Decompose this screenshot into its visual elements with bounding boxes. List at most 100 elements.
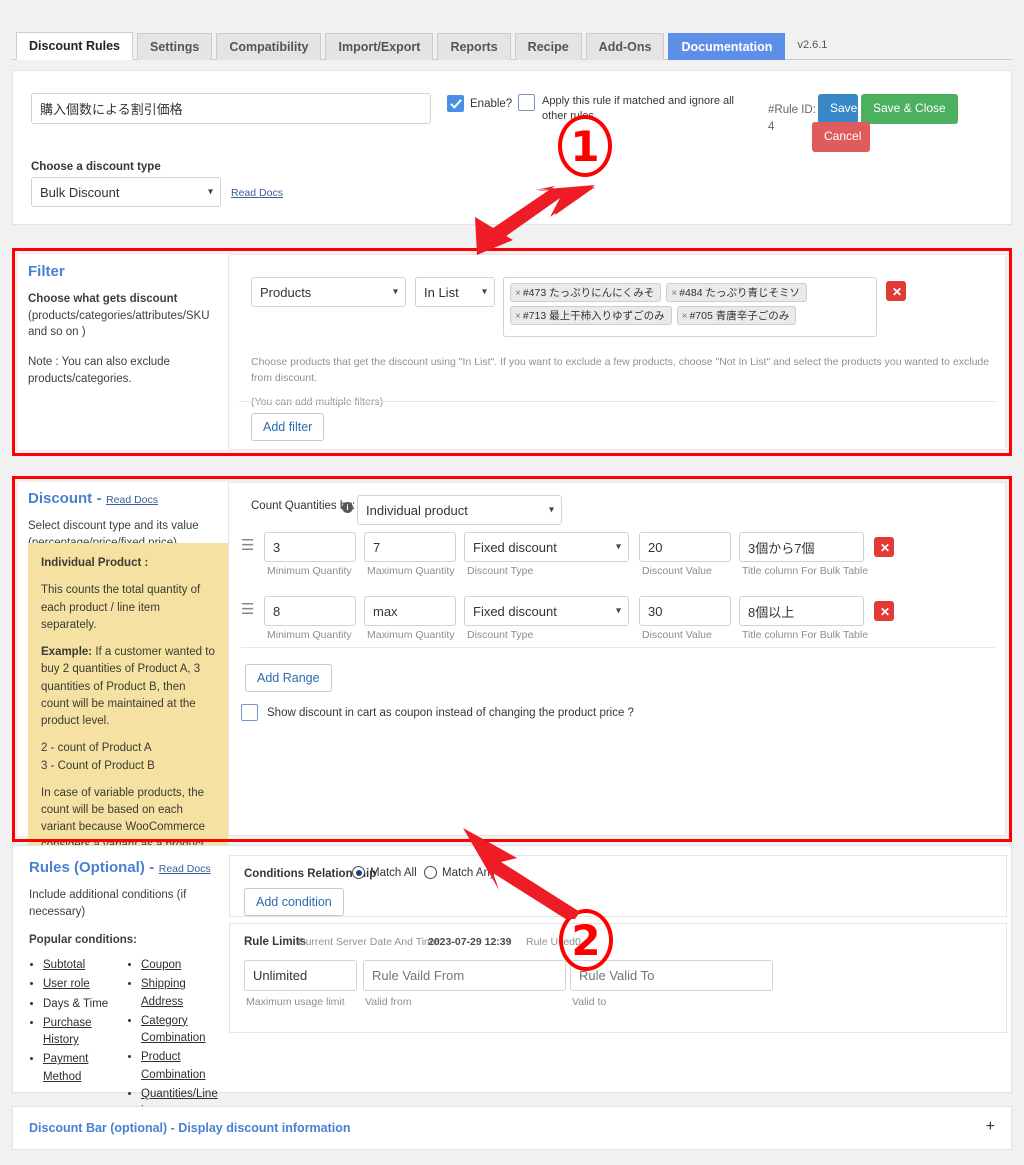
condition-link-coupon[interactable]: Coupon (141, 959, 181, 971)
discount-value-input[interactable] (639, 532, 731, 562)
rules-read-docs-link[interactable]: Read Docs (159, 863, 211, 875)
condition-item[interactable]: Product Combination (141, 1049, 222, 1084)
expand-plus-icon[interactable]: + (986, 1118, 995, 1136)
condition-item[interactable]: Category Combination (141, 1013, 222, 1048)
discount-title-dash: - (96, 490, 102, 507)
filter-title: Filter (28, 263, 65, 280)
filter-operator-select-wrap[interactable]: In List ▾ (415, 277, 495, 307)
cancel-button[interactable]: Cancel (812, 122, 870, 152)
minimum-quantity-input[interactable] (264, 596, 356, 626)
tab-compatibility[interactable]: Compatibility (216, 32, 322, 60)
count-quantities-select[interactable]: Individual product (357, 495, 562, 525)
condition-item[interactable]: Subtotal (43, 957, 121, 974)
condition-link-purchase-history[interactable]: Purchase History (43, 1017, 92, 1046)
save-and-close-button[interactable]: Save & Close (861, 94, 958, 124)
add-condition-button[interactable]: Add condition (244, 888, 344, 916)
match-all-radio-group[interactable]: Match All (352, 866, 417, 879)
product-tag[interactable]: × #713 最上干柿入りゆずごのみ (510, 306, 672, 325)
add-filter-button[interactable]: Add filter (251, 413, 325, 441)
condition-item[interactable]: Payment Method (43, 1051, 121, 1086)
product-tag[interactable]: × #473 たっぷりにんにくみそ (510, 283, 662, 302)
discount-type-row-select-wrap[interactable]: Fixed discount ▾ (464, 532, 629, 562)
info-icon[interactable]: i (342, 502, 353, 513)
note-count-b: 3 - Count of Product B (41, 759, 155, 772)
coupon-checkbox-group[interactable]: Show discount in cart as coupon instead … (241, 704, 634, 721)
popular-conditions-left: Subtotal User role Days & Time Purchase … (29, 957, 121, 1122)
discount-value-input[interactable] (639, 596, 731, 626)
discount-type-row-select-wrap[interactable]: Fixed discount ▾ (464, 596, 629, 626)
apply-rule-checkbox[interactable] (518, 94, 535, 111)
rule-title-input[interactable] (31, 93, 431, 124)
apply-rule-checkbox-group[interactable]: Apply this rule if matched and ignore al… (518, 94, 758, 124)
product-tag[interactable]: × #705 青唐辛子ごのみ (676, 306, 797, 325)
add-range-button[interactable]: Add Range (245, 664, 332, 692)
remove-tag-icon[interactable]: × (515, 288, 521, 299)
filter-card: Filter Choose what gets discount (produc… (18, 254, 1006, 450)
note-paragraph-1: This counts the total quantity of each p… (41, 584, 201, 631)
discount-type-row-select[interactable]: Fixed discount (464, 596, 629, 626)
condition-link-days-time[interactable]: Days & Time (43, 998, 108, 1010)
drag-handle-icon[interactable]: ☰ (241, 602, 254, 617)
discount-type-select-wrap[interactable]: Bulk Discount ▾ (31, 177, 221, 207)
filter-subject-select[interactable]: Products (251, 277, 406, 307)
tab-recipe[interactable]: Recipe (514, 32, 582, 60)
show-as-coupon-checkbox[interactable] (241, 704, 258, 721)
maximum-quantity-input[interactable] (364, 532, 456, 562)
filter-products-tag-input[interactable]: × #473 たっぷりにんにくみそ × #484 たっぷり青じそミソ × #713 最… (503, 277, 877, 337)
condition-link-product-combination[interactable]: Product Combination (141, 1051, 206, 1080)
minimum-quantity-input[interactable] (264, 532, 356, 562)
remove-tag-icon[interactable]: × (671, 288, 677, 299)
maximum-usage-limit-input[interactable] (244, 960, 357, 991)
valid-from-input[interactable] (363, 960, 566, 991)
filter-side-panel: Filter Choose what gets discount (produc… (28, 263, 223, 387)
count-quantities-select-wrap[interactable]: Individual product ▾ (357, 495, 562, 525)
condition-link-shipping-address[interactable]: Shipping Address (141, 978, 186, 1007)
match-any-radio[interactable] (424, 866, 437, 879)
filter-description-bold: Choose what gets discount (28, 293, 178, 305)
condition-link-category-combination[interactable]: Category Combination (141, 1015, 206, 1044)
filter-operator-select[interactable]: In List (415, 277, 495, 307)
tab-label: Documentation (681, 39, 773, 54)
tab-add-ons[interactable]: Add-Ons (585, 32, 665, 60)
condition-link-subtotal[interactable]: Subtotal (43, 959, 85, 971)
valid-to-input[interactable] (570, 960, 773, 991)
discount-type-select[interactable]: Bulk Discount (31, 177, 221, 207)
condition-item[interactable]: Purchase History (43, 1015, 121, 1050)
condition-link-payment-method[interactable]: Payment Method (43, 1053, 88, 1082)
delete-range-button[interactable]: ✕ (874, 601, 894, 621)
tab-discount-rules[interactable]: Discount Rules (16, 31, 133, 60)
discount-bar-card[interactable]: Discount Bar (optional) - Display discou… (12, 1106, 1012, 1150)
remove-tag-icon[interactable]: × (682, 311, 688, 322)
product-tag[interactable]: × #484 たっぷり青じそミソ (666, 283, 807, 302)
match-all-radio[interactable] (352, 866, 365, 879)
condition-item[interactable]: Days & Time (43, 996, 121, 1013)
bulk-table-title-input[interactable] (739, 596, 864, 626)
save-button[interactable]: Save (818, 94, 858, 124)
enable-checkbox-group[interactable]: Enable? (447, 95, 512, 112)
rule-id-label: #Rule ID: (768, 104, 816, 116)
tab-import-export[interactable]: Import/Export (325, 32, 434, 60)
enable-checkbox[interactable] (447, 95, 464, 112)
product-tag-label: #484 たっぷり青じそミソ (679, 287, 800, 299)
condition-item[interactable]: User role (43, 976, 121, 993)
condition-link-user-role[interactable]: User role (43, 978, 90, 990)
caption-valid-to: Valid to (572, 996, 607, 1008)
caption-maximum-usage-limit: Maximum usage limit (246, 996, 345, 1008)
condition-item[interactable]: Shipping Address (141, 976, 222, 1011)
tab-reports[interactable]: Reports (437, 32, 511, 60)
filter-subject-select-wrap[interactable]: Products ▾ (251, 277, 406, 307)
bulk-table-title-input[interactable] (739, 532, 864, 562)
remove-tag-icon[interactable]: × (515, 311, 521, 322)
tab-settings[interactable]: Settings (137, 32, 213, 60)
delete-range-button[interactable]: ✕ (874, 537, 894, 557)
maximum-quantity-input[interactable] (364, 596, 456, 626)
caption-discount-type: Discount Type (467, 629, 534, 641)
delete-filter-button[interactable]: ✕ (886, 281, 906, 301)
discount-type-read-docs-link[interactable]: Read Docs (231, 187, 283, 199)
drag-handle-icon[interactable]: ☰ (241, 538, 254, 553)
condition-item[interactable]: Coupon (141, 957, 222, 974)
discount-type-row-select[interactable]: Fixed discount (464, 532, 629, 562)
match-any-radio-group[interactable]: Match Any (424, 866, 496, 879)
discount-read-docs-link[interactable]: Read Docs (106, 494, 158, 506)
tab-documentation[interactable]: Documentation (668, 32, 786, 60)
